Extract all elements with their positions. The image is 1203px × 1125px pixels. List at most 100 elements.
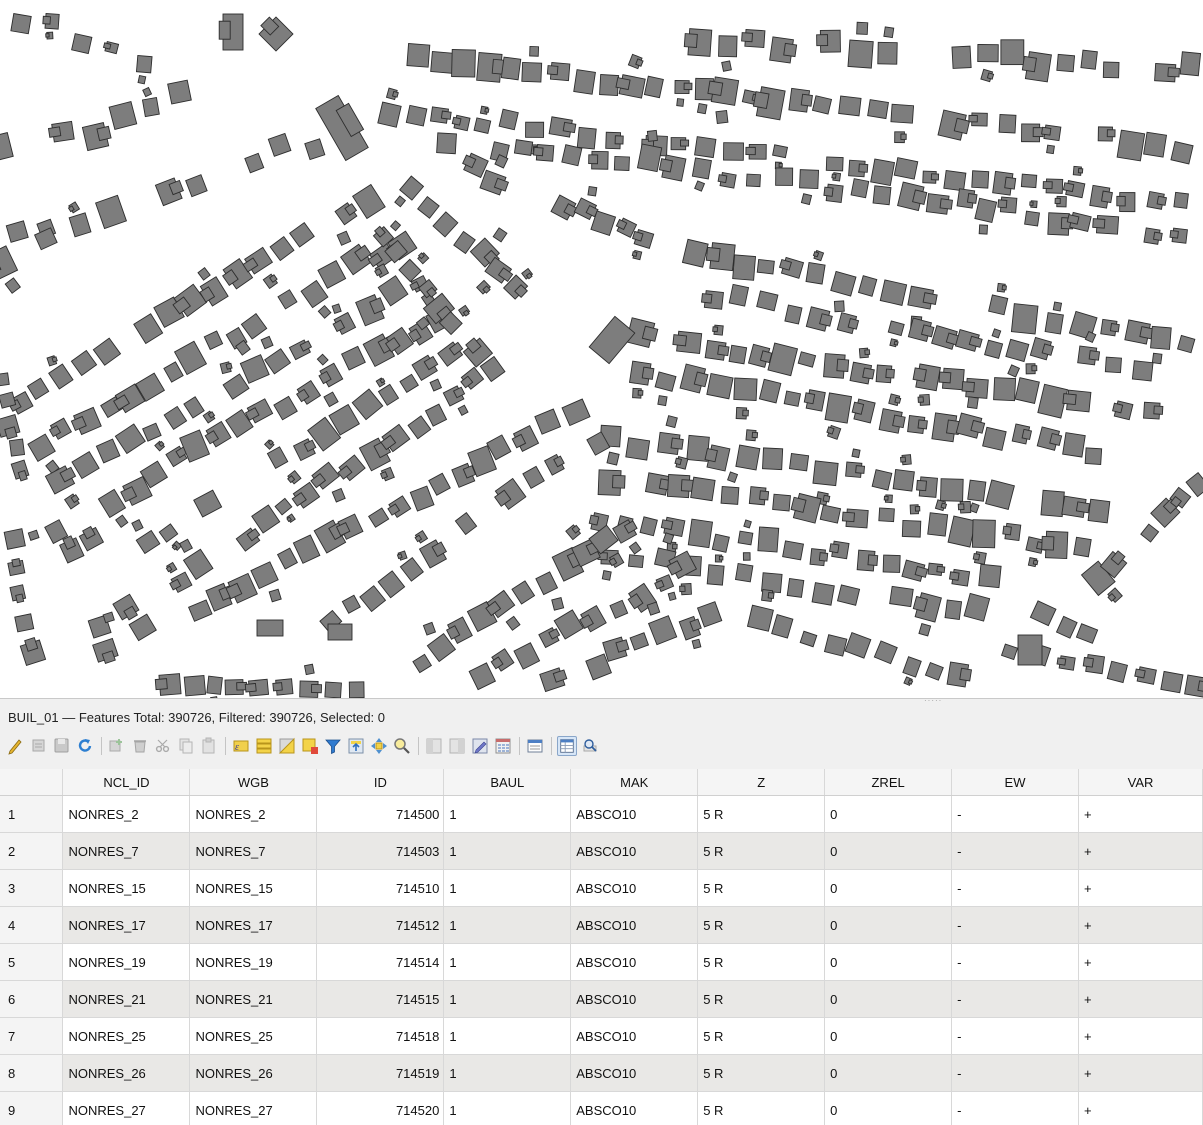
cell-ew[interactable]: - [952, 1055, 1079, 1092]
add-feature-icon[interactable] [107, 736, 127, 756]
cell-z[interactable]: 5 R [698, 981, 825, 1018]
multi-edit-icon[interactable] [29, 736, 49, 756]
cell-baul[interactable]: 1 [444, 1092, 571, 1125]
cell-mak[interactable]: ABSCO10 [571, 796, 698, 833]
cell-ncl-id[interactable]: NONRES_7 [63, 833, 190, 870]
cell-id[interactable]: 714519 [317, 1055, 444, 1092]
column-header-ncl-id[interactable]: NCL_ID [63, 769, 190, 796]
cell-ncl-id[interactable]: NONRES_2 [63, 796, 190, 833]
row-header[interactable]: 8 [0, 1055, 63, 1092]
cell-id[interactable]: 714512 [317, 907, 444, 944]
cell-id[interactable]: 714518 [317, 1018, 444, 1055]
cell-zrel[interactable]: 0 [825, 870, 952, 907]
delete-selected-icon[interactable] [130, 736, 150, 756]
cell-wgb[interactable]: NONRES_2 [190, 796, 317, 833]
row-header[interactable]: 6 [0, 981, 63, 1018]
cell-baul[interactable]: 1 [444, 833, 571, 870]
cell-z[interactable]: 5 R [698, 907, 825, 944]
cell-z[interactable]: 5 R [698, 1055, 825, 1092]
cell-id[interactable]: 714500 [317, 796, 444, 833]
reload-icon[interactable] [75, 736, 95, 756]
cell-ncl-id[interactable]: NONRES_15 [63, 870, 190, 907]
cell-z[interactable]: 5 R [698, 833, 825, 870]
cell-var[interactable]: + [1078, 870, 1202, 907]
new-field-icon[interactable] [424, 736, 444, 756]
invert-selection-icon[interactable] [277, 736, 297, 756]
attribute-table-grid[interactable]: NCL_IDWGBIDBAULMAKZZRELEWVAR 1NONRES_2NO… [0, 769, 1203, 1125]
cell-zrel[interactable]: 0 [825, 907, 952, 944]
cell-zrel[interactable]: 0 [825, 1055, 952, 1092]
save-edits-icon[interactable] [52, 736, 72, 756]
cell-zrel[interactable]: 0 [825, 981, 952, 1018]
cell-ew[interactable]: - [952, 1018, 1079, 1055]
cell-var[interactable]: + [1078, 833, 1202, 870]
cell-ncl-id[interactable]: NONRES_19 [63, 944, 190, 981]
cell-mak[interactable]: ABSCO10 [571, 907, 698, 944]
deselect-all-icon[interactable] [300, 736, 320, 756]
cell-id[interactable]: 714510 [317, 870, 444, 907]
dock-table-icon[interactable] [525, 736, 545, 756]
cell-ncl-id[interactable]: NONRES_21 [63, 981, 190, 1018]
row-header[interactable]: 2 [0, 833, 63, 870]
cell-var[interactable]: + [1078, 796, 1202, 833]
table-row[interactable]: 8NONRES_26NONRES_267145191ABSCO105 R0-+ [0, 1055, 1203, 1092]
row-header-corner[interactable] [0, 769, 63, 796]
cell-baul[interactable]: 1 [444, 870, 571, 907]
cell-ncl-id[interactable]: NONRES_17 [63, 907, 190, 944]
cell-zrel[interactable]: 0 [825, 1018, 952, 1055]
field-calculator-edit-icon[interactable] [470, 736, 490, 756]
cell-baul[interactable]: 1 [444, 1018, 571, 1055]
cell-var[interactable]: + [1078, 981, 1202, 1018]
cell-zrel[interactable]: 0 [825, 796, 952, 833]
paste-icon[interactable] [199, 736, 219, 756]
move-selection-top-icon[interactable] [346, 736, 366, 756]
select-by-expression-icon[interactable]: ε [231, 736, 251, 756]
column-header-mak[interactable]: MAK [571, 769, 698, 796]
pan-to-selection-icon[interactable] [369, 736, 389, 756]
column-header-wgb[interactable]: WGB [190, 769, 317, 796]
filter-select-icon[interactable] [323, 736, 343, 756]
table-row[interactable]: 5NONRES_19NONRES_197145141ABSCO105 R0-+ [0, 944, 1203, 981]
table-view-icon[interactable] [557, 736, 577, 756]
cell-mak[interactable]: ABSCO10 [571, 1018, 698, 1055]
cell-zrel[interactable]: 0 [825, 833, 952, 870]
cell-ncl-id[interactable]: NONRES_25 [63, 1018, 190, 1055]
row-header[interactable]: 5 [0, 944, 63, 981]
cell-ew[interactable]: - [952, 907, 1079, 944]
table-row[interactable]: 7NONRES_25NONRES_257145181ABSCO105 R0-+ [0, 1018, 1203, 1055]
cell-z[interactable]: 5 R [698, 944, 825, 981]
table-row[interactable]: 6NONRES_21NONRES_217145151ABSCO105 R0-+ [0, 981, 1203, 1018]
cell-wgb[interactable]: NONRES_17 [190, 907, 317, 944]
cell-ew[interactable]: - [952, 981, 1079, 1018]
cell-mak[interactable]: ABSCO10 [571, 833, 698, 870]
cell-z[interactable]: 5 R [698, 870, 825, 907]
cell-baul[interactable]: 1 [444, 796, 571, 833]
cell-mak[interactable]: ABSCO10 [571, 1092, 698, 1125]
conditional-formatting-icon[interactable] [493, 736, 513, 756]
cell-wgb[interactable]: NONRES_19 [190, 944, 317, 981]
row-header[interactable]: 1 [0, 796, 63, 833]
row-header[interactable]: 4 [0, 907, 63, 944]
cell-wgb[interactable]: NONRES_7 [190, 833, 317, 870]
column-header-z[interactable]: Z [698, 769, 825, 796]
cell-ew[interactable]: - [952, 1092, 1079, 1125]
cell-ew[interactable]: - [952, 796, 1079, 833]
cell-ew[interactable]: - [952, 870, 1079, 907]
table-row[interactable]: 1NONRES_2NONRES_27145001ABSCO105 R0-+ [0, 796, 1203, 833]
cell-ew[interactable]: - [952, 833, 1079, 870]
cell-baul[interactable]: 1 [444, 907, 571, 944]
row-header[interactable]: 3 [0, 870, 63, 907]
cell-var[interactable]: + [1078, 1055, 1202, 1092]
cell-wgb[interactable]: NONRES_25 [190, 1018, 317, 1055]
cell-id[interactable]: 714515 [317, 981, 444, 1018]
map-canvas[interactable] [0, 0, 1203, 698]
cell-z[interactable]: 5 R [698, 796, 825, 833]
cell-z[interactable]: 5 R [698, 1092, 825, 1125]
table-row[interactable]: 4NONRES_17NONRES_177145121ABSCO105 R0-+ [0, 907, 1203, 944]
zoom-to-selection-icon[interactable] [392, 736, 412, 756]
table-row[interactable]: 9NONRES_27NONRES_277145201ABSCO105 R0-+ [0, 1092, 1203, 1125]
cell-mak[interactable]: ABSCO10 [571, 944, 698, 981]
cell-zrel[interactable]: 0 [825, 944, 952, 981]
column-header-id[interactable]: ID [317, 769, 444, 796]
cell-mak[interactable]: ABSCO10 [571, 981, 698, 1018]
